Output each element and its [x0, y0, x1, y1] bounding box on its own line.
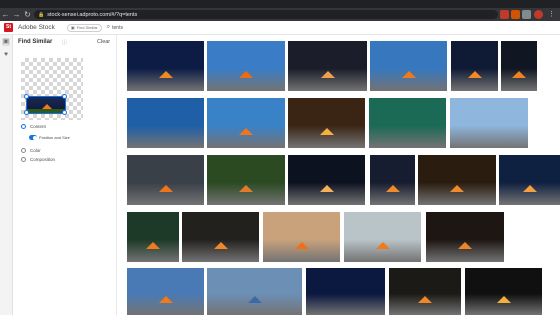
result-thumbnail[interactable]	[207, 41, 285, 91]
tent-icon	[239, 71, 253, 78]
content-radio[interactable]	[21, 124, 26, 129]
content-label: Content	[30, 124, 46, 129]
resize-handle[interactable]	[24, 110, 29, 115]
color-radio[interactable]	[21, 148, 26, 153]
result-thumbnail[interactable]	[127, 98, 204, 148]
tent-icon	[497, 296, 511, 303]
result-thumbnail[interactable]	[501, 41, 537, 91]
resize-handle[interactable]	[24, 94, 29, 99]
result-thumbnail[interactable]	[288, 41, 367, 91]
result-thumbnail[interactable]	[127, 155, 204, 205]
result-thumbnail[interactable]	[207, 155, 285, 205]
tent-icon	[159, 185, 173, 192]
lock-icon: 🔒	[38, 11, 45, 18]
tent-icon	[523, 185, 537, 192]
back-arrow-icon[interactable]: ←	[0, 8, 11, 21]
tent-icon	[320, 128, 334, 135]
tent-icon	[214, 242, 228, 249]
reload-icon[interactable]: ↻	[22, 8, 33, 21]
composition-label: Composition	[30, 157, 56, 162]
result-thumbnail[interactable]	[127, 41, 204, 91]
extension-icon[interactable]	[511, 10, 520, 19]
tent-icon	[376, 242, 390, 249]
extension-icon[interactable]	[522, 10, 531, 19]
result-thumbnail[interactable]	[263, 212, 340, 262]
result-thumbnail[interactable]	[370, 155, 415, 205]
result-thumbnail[interactable]	[370, 41, 447, 91]
menu-dots-icon[interactable]: ⋮	[547, 10, 556, 19]
result-thumbnail[interactable]	[127, 212, 179, 262]
result-thumbnail[interactable]	[306, 268, 385, 315]
search-icon[interactable]: ⌕	[107, 24, 110, 31]
results-grid	[117, 35, 560, 315]
position-and-size-label: Position and Size	[39, 135, 70, 140]
adobe-stock-logo[interactable]: St	[4, 23, 13, 32]
result-thumbnail[interactable]	[451, 41, 498, 91]
grass-strip	[27, 109, 65, 113]
find-similar-tool-icon[interactable]: ▣	[2, 38, 10, 46]
resize-handle[interactable]	[62, 94, 67, 99]
result-thumbnail[interactable]	[288, 155, 365, 205]
tent-icon	[512, 71, 526, 78]
info-icon[interactable]: ⓘ	[62, 39, 67, 46]
image-icon: ▣	[70, 24, 75, 30]
result-thumbnail[interactable]	[207, 98, 285, 148]
result-thumbnail[interactable]	[182, 212, 259, 262]
selection-box[interactable]	[26, 96, 66, 114]
resize-handle[interactable]	[62, 110, 67, 115]
clear-button[interactable]: Clear	[97, 39, 110, 45]
extension-icon[interactable]	[500, 10, 509, 19]
tent-icon	[320, 185, 334, 192]
result-thumbnail[interactable]	[426, 212, 504, 262]
result-thumbnail[interactable]	[344, 212, 421, 262]
tool-rail: ▣ ♥	[0, 35, 13, 315]
result-thumbnail[interactable]	[450, 98, 528, 148]
result-thumbnail[interactable]	[207, 268, 302, 315]
color-label: Color	[30, 148, 41, 153]
tent-icon	[239, 185, 253, 192]
tent-icon	[450, 185, 464, 192]
result-thumbnail[interactable]	[369, 98, 446, 148]
tent-icon	[146, 242, 160, 249]
app-root: ← → ↻ 🔒 stock-sensei.adproto.com/#/?q=te…	[0, 0, 560, 315]
composition-radio[interactable]	[21, 157, 26, 162]
result-thumbnail[interactable]	[389, 268, 461, 315]
find-similar-panel: Find Similar ⓘ Clear Content Color Compo…	[13, 35, 117, 315]
result-thumbnail[interactable]	[418, 155, 496, 205]
tent-icon	[295, 242, 309, 249]
result-thumbnail[interactable]	[465, 268, 542, 315]
panel-title: Find Similar	[18, 39, 53, 45]
result-thumbnail[interactable]	[499, 155, 560, 205]
app-name: Adobe Stock	[18, 24, 55, 31]
result-thumbnail[interactable]	[127, 268, 204, 315]
address-bar-url: stock-sensei.adproto.com/#/?q=tents	[47, 11, 138, 18]
result-thumbnail[interactable]	[288, 98, 365, 148]
app-header: St Adobe Stock ▣ Find Similar ⌕ tents	[0, 21, 560, 35]
profile-avatar[interactable]	[534, 10, 543, 19]
forward-arrow-icon[interactable]: →	[11, 8, 22, 21]
favorites-icon[interactable]: ♥	[2, 51, 10, 59]
browser-tab-strip	[0, 0, 560, 8]
tent-icon	[159, 296, 173, 303]
search-input[interactable]: tents	[112, 25, 123, 31]
tent-icon	[458, 242, 472, 249]
address-bar[interactable]: 🔒 stock-sensei.adproto.com/#/?q=tents	[34, 10, 498, 19]
find-similar-button-label: Find Similar	[76, 24, 98, 30]
tent-icon	[239, 128, 253, 135]
tent-icon	[386, 185, 400, 192]
tent-icon	[248, 296, 262, 303]
tent-icon	[402, 71, 416, 78]
tent-icon	[468, 71, 482, 78]
position-and-size-toggle[interactable]	[29, 135, 37, 140]
tent-icon	[159, 71, 173, 78]
find-similar-button[interactable]: ▣ Find Similar	[66, 23, 102, 32]
tent-icon	[321, 71, 335, 78]
tent-icon	[418, 296, 432, 303]
